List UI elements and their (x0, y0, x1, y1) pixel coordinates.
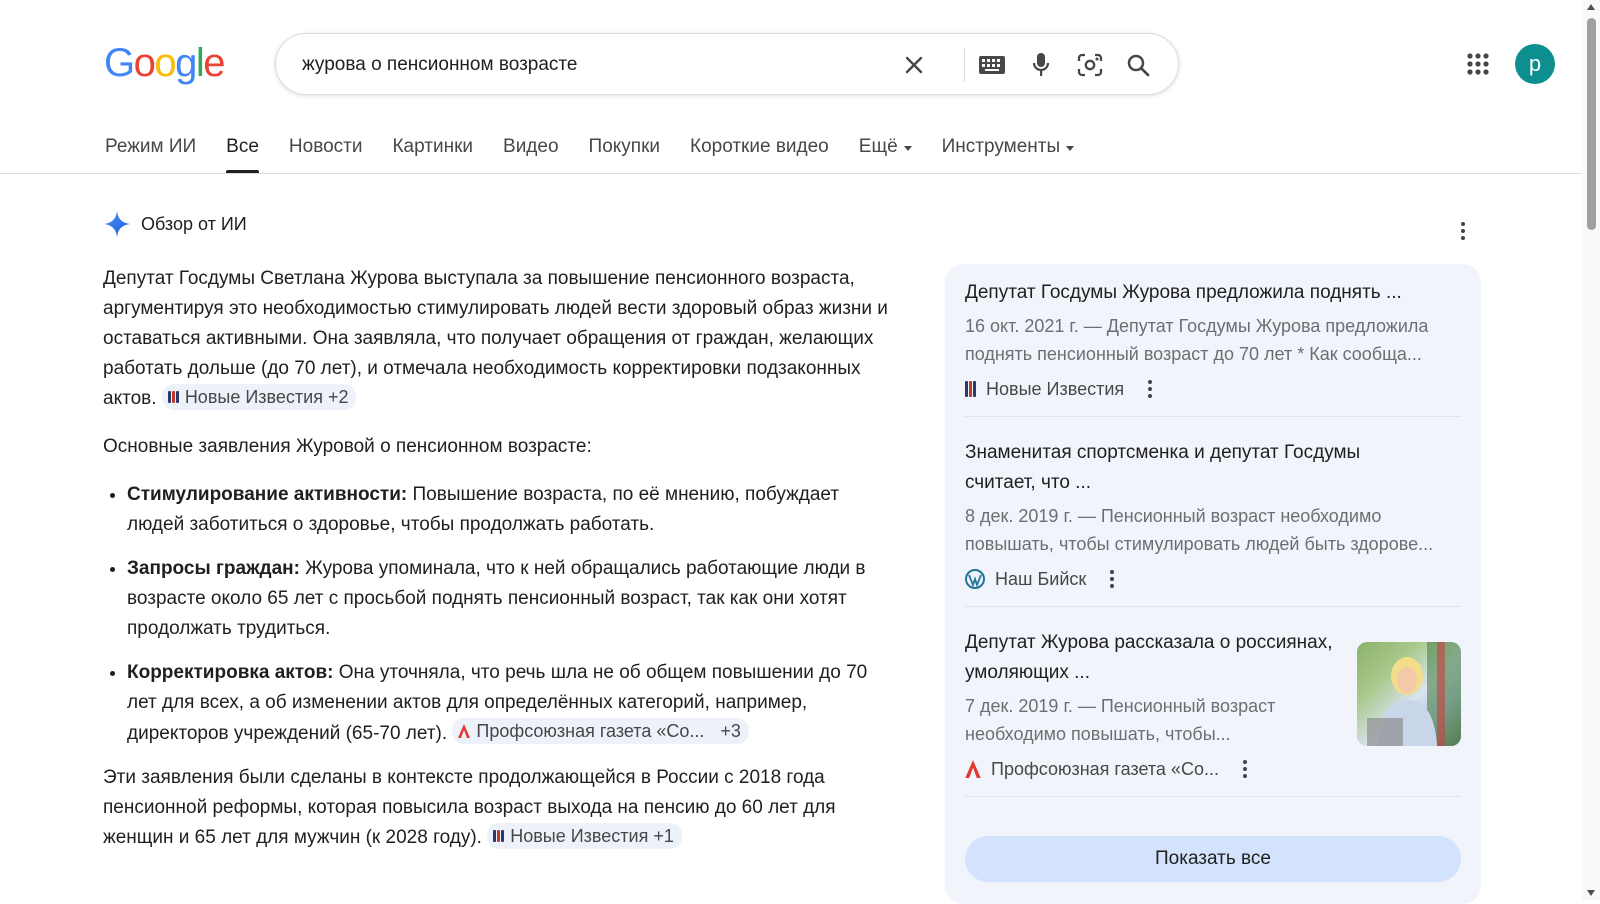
ai-paragraph: Основные заявления Журовой о пенсионном … (103, 432, 893, 462)
tab-label: Ещё (858, 136, 898, 157)
search-tabs: Режим ИИ Все Новости Картинки Видео Поку… (105, 130, 1104, 174)
divider (965, 416, 1461, 417)
source-meta: Новые Известия (965, 376, 1461, 402)
bullet-heading: Стимулирование активности: (127, 484, 408, 505)
source-site: Профсоюзная газета «Со... (991, 758, 1219, 779)
tab-label: Новости (288, 136, 363, 157)
list-item: Запросы граждан: Журова упоминала, что к… (127, 554, 893, 644)
bullet-heading: Запросы граждан: (127, 558, 300, 579)
search-input[interactable] (302, 52, 882, 78)
source-item[interactable]: Депутат Госдумы Журова предложила поднят… (965, 278, 1461, 402)
novye-izvestia-icon (167, 391, 179, 403)
source-item[interactable]: Депутат Журова рассказала о россиянах, у… (965, 628, 1337, 782)
sources-panel: Депутат Госдумы Журова предложила поднят… (945, 264, 1481, 904)
tab-all[interactable]: Все (226, 130, 259, 173)
bullet-heading: Корректировка актов: (127, 662, 334, 683)
scroll-up-icon[interactable] (1587, 4, 1595, 10)
ai-paragraph-text: Основные заявления Журовой о пенсионном … (103, 436, 592, 457)
ai-paragraph-text: Эти заявления были сделаны в контексте п… (103, 767, 836, 848)
source-snippet: 16 окт. 2021 г. — Депутат Госдумы Журова… (965, 316, 1429, 364)
source-chip[interactable]: Новые Известия +1 (487, 823, 682, 849)
profsoyuz-logo-icon (965, 760, 981, 778)
tab-label: Все (226, 136, 259, 157)
tab-label: Короткие видео (690, 136, 829, 157)
source-snippet: 8 дек. 2019 г. — Пенсионный возраст необ… (965, 506, 1434, 554)
tab-news[interactable]: Новости (289, 130, 363, 168)
scrollbar[interactable] (1582, 0, 1600, 900)
novye-izvestia-icon (493, 830, 505, 842)
source-chip-count: +3 (720, 721, 741, 741)
novye-izvestia-icon (965, 381, 976, 397)
source-item[interactable]: Знаменитая спортсменка и депутат Госдумы… (965, 438, 1461, 592)
tab-more[interactable]: Ещё (859, 130, 912, 168)
tab-short-videos[interactable]: Короткие видео (690, 130, 829, 168)
gemini-sparkle-icon (104, 211, 130, 237)
wordpress-icon (965, 569, 985, 589)
source-title[interactable]: Депутат Госдумы Журова предложила поднят… (965, 278, 1461, 308)
divider (965, 606, 1461, 607)
more-options-icon[interactable] (1242, 760, 1247, 778)
source-chip-label: Новые Известия +2 (184, 387, 349, 407)
source-meta: Профсоюзная газета «Со... (965, 756, 1337, 782)
search-divider (964, 48, 965, 82)
source-title[interactable]: Депутат Журова рассказала о россиянах, у… (965, 628, 1337, 688)
clear-icon[interactable] (898, 49, 930, 81)
avatar[interactable]: p (1515, 44, 1555, 84)
source-site: Новые Известия (986, 378, 1125, 399)
woman-portrait-icon (1367, 642, 1461, 746)
search-box (275, 33, 1179, 95)
ai-overview-body: Депутат Госдумы Светлана Журова выступал… (103, 264, 893, 871)
ai-overview-menu-icon[interactable] (1460, 222, 1466, 240)
divider (965, 796, 1461, 797)
tab-label: Инструменты (941, 136, 1061, 157)
more-options-icon[interactable] (1148, 380, 1153, 398)
source-chip[interactable]: Профсоюзная газета «Со... +3 (452, 718, 749, 744)
list-item: Корректировка актов: Она уточняла, что р… (127, 658, 893, 749)
apps-grid-icon[interactable] (1464, 50, 1492, 78)
source-chip-label: Профсоюзная газета «Со... (476, 721, 705, 741)
source-chip-label: Новые Известия +1 (510, 826, 674, 846)
source-title[interactable]: Знаменитая спортсменка и депутат Госдумы… (965, 438, 1395, 498)
caret-down-icon (1066, 146, 1075, 151)
google-logo[interactable]: Google (104, 38, 225, 88)
tab-label: Видео (503, 136, 559, 157)
lens-icon[interactable] (1074, 49, 1106, 81)
show-all-button[interactable]: Показать все (965, 836, 1461, 882)
tab-images[interactable]: Картинки (392, 130, 473, 168)
ai-paragraph: Эти заявления были сделаны в контексте п… (103, 763, 893, 853)
tab-tools[interactable]: Инструменты (941, 130, 1075, 168)
more-options-icon[interactable] (1110, 570, 1115, 588)
ai-paragraph: Депутат Госдумы Светлана Журова выступал… (103, 264, 893, 414)
list-item: Стимулирование активности: Повышение воз… (127, 480, 893, 540)
tab-shopping[interactable]: Покупки (589, 130, 660, 168)
source-meta: Наш Бийск (965, 566, 1461, 592)
profsoyuz-logo-icon (458, 724, 471, 738)
ai-overview-header: Обзор от ИИ (103, 210, 247, 238)
tab-videos[interactable]: Видео (503, 130, 559, 168)
source-site: Наш Бийск (995, 568, 1087, 589)
tab-label: Покупки (588, 136, 660, 157)
keyboard-icon[interactable] (976, 49, 1008, 81)
source-chip[interactable]: Новые Известия +2 (161, 384, 357, 410)
scroll-thumb[interactable] (1587, 18, 1596, 230)
ai-bullet-list: Стимулирование активности: Повышение воз… (103, 480, 893, 749)
source-snippet: 7 дек. 2019 г. — Пенсионный возраст необ… (965, 696, 1276, 744)
tab-label: Картинки (392, 136, 474, 157)
caret-down-icon (903, 146, 912, 151)
tabs-divider (0, 173, 1582, 174)
source-thumbnail[interactable] (1357, 642, 1461, 746)
search-icon[interactable] (1122, 49, 1154, 81)
microphone-icon[interactable] (1025, 49, 1057, 81)
tab-ai-mode[interactable]: Режим ИИ (105, 130, 196, 168)
scroll-down-icon[interactable] (1587, 890, 1595, 896)
ai-overview-title: Обзор от ИИ (141, 213, 247, 234)
tab-label: Режим ИИ (105, 136, 197, 157)
